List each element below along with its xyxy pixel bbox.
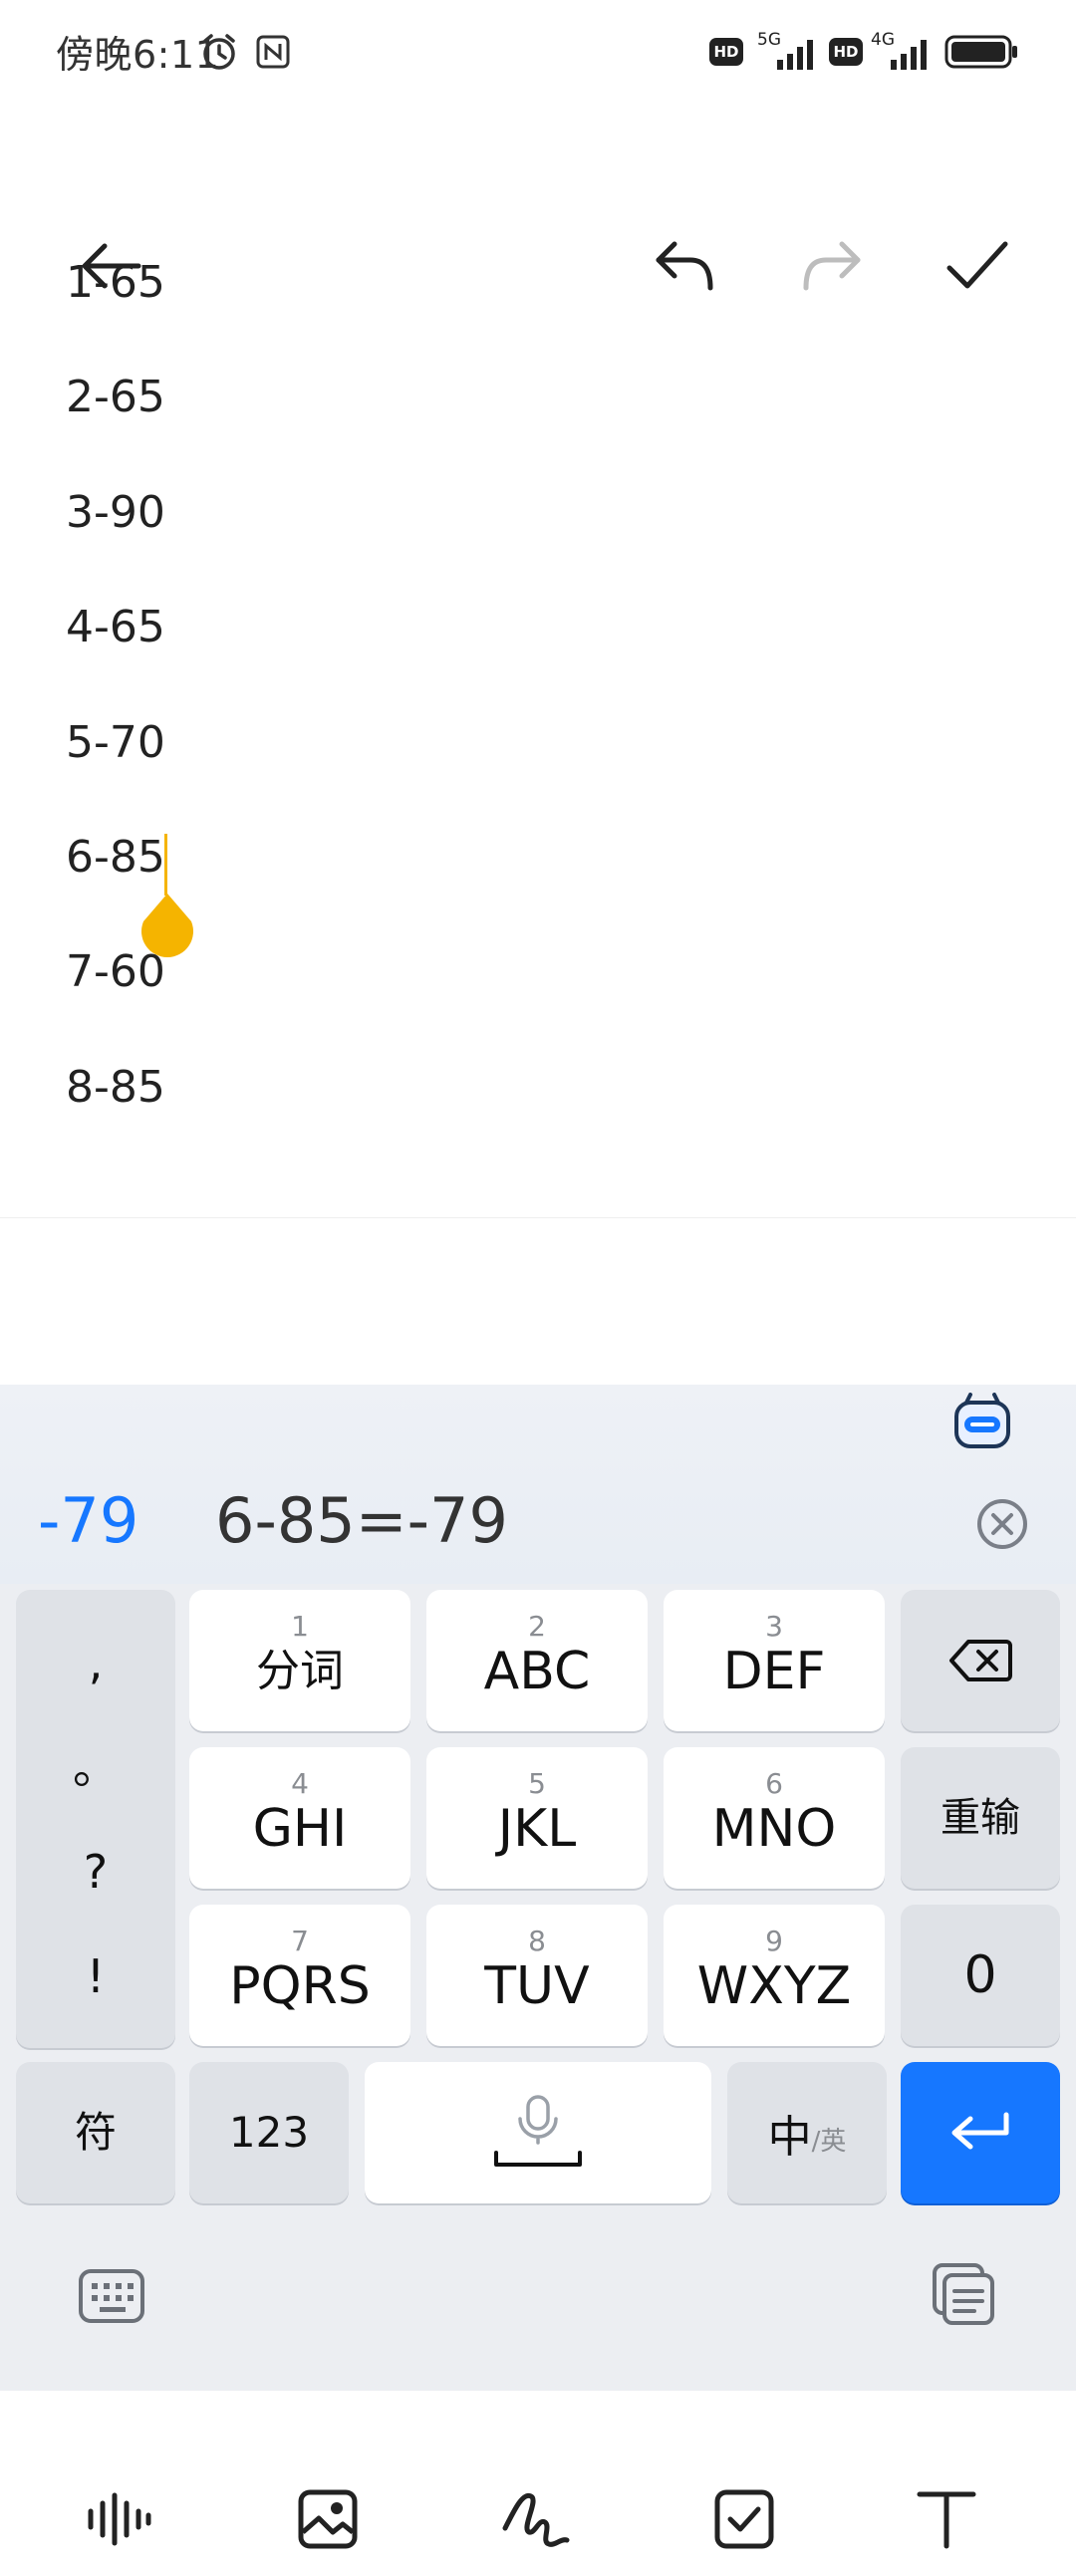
signal-icon-2 bbox=[891, 40, 927, 70]
clear-input-button[interactable] bbox=[974, 1496, 1030, 1552]
input-expression: 6-85=-79 bbox=[215, 1484, 508, 1557]
alarm-icon bbox=[203, 34, 235, 70]
punctuation-column[interactable]: , 。 ? ! bbox=[16, 1590, 175, 2048]
voice-button[interactable] bbox=[60, 2461, 179, 2576]
key-1[interactable]: 1 分词 bbox=[189, 1590, 410, 1731]
key-6[interactable]: 6 MNO bbox=[664, 1747, 885, 1889]
punct-period[interactable]: 。 bbox=[73, 1737, 119, 1797]
note-line[interactable]: 3-90 bbox=[66, 487, 165, 538]
enter-key[interactable] bbox=[901, 2062, 1060, 2203]
punct-comma[interactable]: , bbox=[89, 1633, 104, 1692]
key-5[interactable]: 5 JKL bbox=[426, 1747, 648, 1889]
status-bar: 傍晚6:11 HD 5G HD 4G bbox=[0, 0, 1076, 110]
hd-badge-2: HD bbox=[829, 38, 863, 66]
space-key[interactable] bbox=[365, 2062, 711, 2203]
handwriting-button[interactable] bbox=[476, 2461, 596, 2576]
candidate-result[interactable]: -79 bbox=[38, 1484, 138, 1557]
hd-badge: HD bbox=[709, 38, 743, 66]
key-4[interactable]: 4 GHI bbox=[189, 1747, 410, 1889]
symbols-key[interactable]: 符 bbox=[16, 2062, 175, 2203]
key-7[interactable]: 7 PQRS bbox=[189, 1905, 410, 2046]
checklist-button[interactable] bbox=[684, 2461, 804, 2576]
punct-question[interactable]: ? bbox=[84, 1842, 108, 1902]
key-2[interactable]: 2 ABC bbox=[426, 1590, 648, 1731]
punct-exclaim[interactable]: ! bbox=[87, 1946, 105, 2006]
note-content[interactable]: 1-65 2-65 3-90 4-65 5-70 6-85 7-60 8-85 bbox=[0, 249, 1076, 1205]
insert-image-button[interactable] bbox=[268, 2461, 388, 2576]
key-8[interactable]: 8 TUV bbox=[426, 1905, 648, 2046]
text-format-button[interactable] bbox=[887, 2461, 1006, 2576]
key-9[interactable]: 9 WXYZ bbox=[664, 1905, 885, 2046]
checkbox-icon bbox=[714, 2489, 774, 2548]
note-line[interactable]: 5-70 bbox=[66, 717, 165, 768]
text-cursor bbox=[164, 834, 167, 896]
note-line[interactable]: 6-85 bbox=[66, 832, 165, 883]
numbers-key[interactable]: 123 bbox=[189, 2062, 349, 2203]
note-line[interactable]: 1-65 bbox=[66, 257, 165, 308]
image-icon bbox=[298, 2489, 358, 2548]
battery-icon bbox=[944, 35, 1017, 69]
key-3[interactable]: 3 DEF bbox=[664, 1590, 885, 1731]
clipboard-icon[interactable] bbox=[931, 2261, 996, 2327]
keyboard-switch-icon[interactable] bbox=[78, 2267, 145, 2325]
editor-toolbar bbox=[0, 110, 1076, 291]
backspace-icon bbox=[949, 1640, 1012, 1681]
backspace-key[interactable] bbox=[901, 1590, 1060, 1731]
key-0[interactable]: 0 bbox=[901, 1905, 1060, 2046]
language-switch-key[interactable]: 中 /英 bbox=[727, 2062, 887, 2203]
signal-icon bbox=[777, 40, 813, 70]
enter-icon bbox=[951, 2112, 1009, 2150]
voice-wave-icon bbox=[88, 2492, 151, 2545]
format-bar bbox=[0, 1217, 1076, 2548]
handwriting-icon bbox=[502, 2492, 570, 2547]
note-line[interactable]: 4-65 bbox=[66, 602, 165, 652]
reinput-key[interactable]: 重输 bbox=[901, 1747, 1060, 1889]
status-time: 傍晚6:11 bbox=[56, 33, 220, 77]
note-line[interactable]: 2-65 bbox=[66, 372, 165, 422]
candidate-bar bbox=[0, 1385, 1076, 1584]
nfc-icon bbox=[256, 35, 290, 69]
text-format-icon bbox=[917, 2491, 976, 2548]
note-line[interactable]: 8-85 bbox=[66, 1062, 165, 1113]
cursor-handle[interactable] bbox=[139, 892, 195, 959]
microphone-space-icon bbox=[494, 2095, 582, 2167]
assistant-robot-icon[interactable] bbox=[952, 1393, 1012, 1450]
